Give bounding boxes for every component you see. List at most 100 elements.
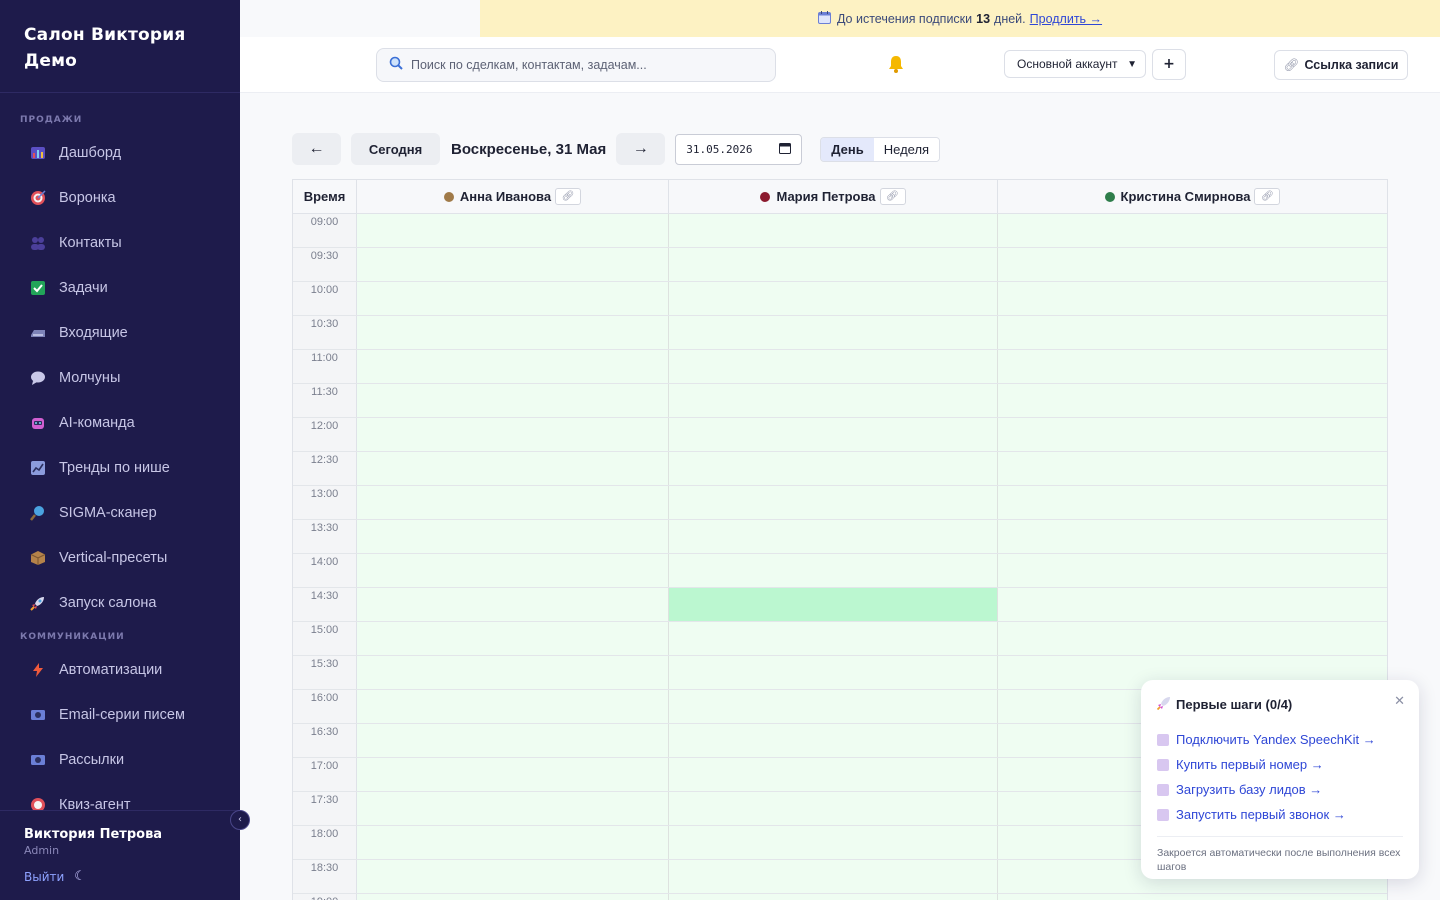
time-slot-cell[interactable] bbox=[669, 384, 998, 417]
collapse-sidebar-button[interactable]: ‹ bbox=[230, 810, 250, 830]
booking-link-button[interactable]: 🔗︎ Ссылка записи bbox=[1274, 50, 1408, 80]
search-input[interactable] bbox=[411, 58, 751, 72]
time-slot-cell[interactable] bbox=[669, 248, 998, 281]
add-button[interactable]: + bbox=[1152, 49, 1186, 80]
sidebar-item-inbox[interactable]: Входящие bbox=[0, 310, 240, 355]
time-slot-cell[interactable] bbox=[357, 384, 669, 417]
time-slot-cell[interactable] bbox=[998, 248, 1387, 281]
checkbox-icon bbox=[1157, 783, 1169, 796]
calendar-picker-icon[interactable] bbox=[779, 142, 792, 157]
time-slot-cell[interactable] bbox=[998, 486, 1387, 519]
time-slot-cell[interactable] bbox=[669, 724, 998, 757]
sidebar-item-silent[interactable]: Молчуны bbox=[0, 355, 240, 400]
rocket-icon bbox=[30, 595, 46, 611]
time-slot-cell[interactable] bbox=[998, 316, 1387, 349]
sidebar-item-mailings[interactable]: Рассылки bbox=[0, 737, 240, 782]
time-slot-cell[interactable] bbox=[357, 894, 669, 900]
link-icon[interactable]: 🔗︎ bbox=[879, 188, 906, 205]
time-slot-cell[interactable] bbox=[998, 418, 1387, 451]
sidebar-item-salon-launch[interactable]: Запуск салона bbox=[0, 580, 240, 625]
time-slot-cell[interactable] bbox=[669, 894, 998, 900]
time-slot-cell[interactable] bbox=[998, 520, 1387, 553]
time-slot-cell[interactable] bbox=[669, 758, 998, 791]
time-slot-cell[interactable] bbox=[669, 588, 998, 621]
time-slot-cell[interactable] bbox=[669, 486, 998, 519]
onboarding-step-first-call[interactable]: Запустить первый звонок → bbox=[1157, 802, 1403, 827]
link-icon[interactable]: 🔗︎ bbox=[555, 188, 582, 205]
time-slot-cell[interactable] bbox=[357, 758, 669, 791]
time-slot-cell[interactable] bbox=[998, 214, 1387, 247]
bell-icon[interactable] bbox=[886, 54, 906, 79]
search-box[interactable] bbox=[376, 48, 776, 82]
time-slot-cell[interactable] bbox=[357, 452, 669, 485]
time-slot-cell[interactable] bbox=[357, 622, 669, 655]
prev-day-button[interactable]: ← bbox=[292, 133, 341, 165]
time-slot-cell[interactable] bbox=[669, 214, 998, 247]
time-slot-cell[interactable] bbox=[357, 282, 669, 315]
link-icon[interactable]: 🔗︎ bbox=[1254, 188, 1281, 205]
time-slot-cell[interactable] bbox=[998, 622, 1387, 655]
time-slot-cell[interactable] bbox=[669, 554, 998, 587]
date-input[interactable]: 31.05.2026 bbox=[675, 133, 803, 165]
sidebar-item-dashboard[interactable]: Дашборд bbox=[0, 130, 240, 175]
onboarding-step-upload-leads[interactable]: Загрузить базу лидов → bbox=[1157, 777, 1403, 802]
sidebar-item-email-series[interactable]: Email-серии писем bbox=[0, 692, 240, 737]
time-slot-cell[interactable] bbox=[357, 724, 669, 757]
time-slot-cell[interactable] bbox=[669, 792, 998, 825]
checkbox-icon bbox=[1157, 808, 1169, 821]
onboarding-step-buy-number[interactable]: Купить первый номер → bbox=[1157, 752, 1403, 777]
sidebar-item-quiz-agent[interactable]: Квиз-агент bbox=[0, 782, 240, 810]
account-select[interactable]: Основной аккаунт ▼ bbox=[1004, 50, 1146, 78]
time-slot-cell[interactable] bbox=[998, 894, 1387, 900]
time-slot-cell[interactable] bbox=[669, 282, 998, 315]
time-slot-cell[interactable] bbox=[357, 690, 669, 723]
time-slot-cell[interactable] bbox=[998, 588, 1387, 621]
time-slot-cell[interactable] bbox=[998, 350, 1387, 383]
time-slot-cell[interactable] bbox=[669, 350, 998, 383]
time-slot-cell[interactable] bbox=[669, 690, 998, 723]
time-slot-cell[interactable] bbox=[357, 520, 669, 553]
sidebar-item-automations[interactable]: Автоматизации bbox=[0, 647, 240, 692]
time-slot-cell[interactable] bbox=[357, 248, 669, 281]
next-day-button[interactable]: → bbox=[616, 133, 666, 165]
time-column-header: Время bbox=[293, 180, 357, 213]
time-slot-cell[interactable] bbox=[357, 656, 669, 689]
time-slot-cell[interactable] bbox=[669, 520, 998, 553]
time-slot-cell[interactable] bbox=[669, 418, 998, 451]
sidebar-item-vertical-presets[interactable]: Vertical-пресеты bbox=[0, 535, 240, 580]
time-slot-cell[interactable] bbox=[357, 554, 669, 587]
time-slot-cell[interactable] bbox=[998, 384, 1387, 417]
sidebar-item-trends[interactable]: Тренды по нише bbox=[0, 445, 240, 490]
time-slot-cell[interactable] bbox=[669, 622, 998, 655]
time-slot-cell[interactable] bbox=[669, 316, 998, 349]
sidebar-item-tasks[interactable]: Задачи bbox=[0, 265, 240, 310]
today-button[interactable]: Сегодня bbox=[351, 133, 440, 165]
renew-link[interactable]: Продлить → bbox=[1030, 12, 1102, 26]
sidebar-item-ai-team[interactable]: AI-команда bbox=[0, 400, 240, 445]
time-slot-cell[interactable] bbox=[357, 350, 669, 383]
time-slot-cell[interactable] bbox=[998, 452, 1387, 485]
time-slot-cell[interactable] bbox=[357, 860, 669, 893]
time-slot-cell[interactable] bbox=[357, 214, 669, 247]
close-icon[interactable]: ✕ bbox=[1394, 694, 1405, 709]
sidebar-item-contacts[interactable]: Контакты bbox=[0, 220, 240, 265]
time-slot-cell[interactable] bbox=[669, 826, 998, 859]
time-slot-cell[interactable] bbox=[998, 554, 1387, 587]
time-slot-cell[interactable] bbox=[357, 588, 669, 621]
view-day-button[interactable]: День bbox=[821, 137, 874, 161]
time-slot-cell[interactable] bbox=[998, 282, 1387, 315]
onboarding-step-speechkit[interactable]: Подключить Yandex SpeechKit → bbox=[1157, 727, 1403, 752]
moon-icon[interactable]: ☾ bbox=[74, 869, 86, 884]
sidebar-item-sigma-scanner[interactable]: SIGMA-сканер bbox=[0, 490, 240, 535]
time-slot-cell[interactable] bbox=[357, 826, 669, 859]
time-slot-cell[interactable] bbox=[669, 860, 998, 893]
logout-link[interactable]: Выйти bbox=[24, 870, 64, 884]
time-slot-cell[interactable] bbox=[357, 486, 669, 519]
time-slot-cell[interactable] bbox=[357, 792, 669, 825]
time-slot-cell[interactable] bbox=[357, 418, 669, 451]
time-slot-cell[interactable] bbox=[357, 316, 669, 349]
time-slot-cell[interactable] bbox=[669, 656, 998, 689]
time-slot-cell[interactable] bbox=[669, 452, 998, 485]
view-week-button[interactable]: Неделя bbox=[873, 137, 940, 161]
sidebar-item-funnel[interactable]: Воронка bbox=[0, 175, 240, 220]
